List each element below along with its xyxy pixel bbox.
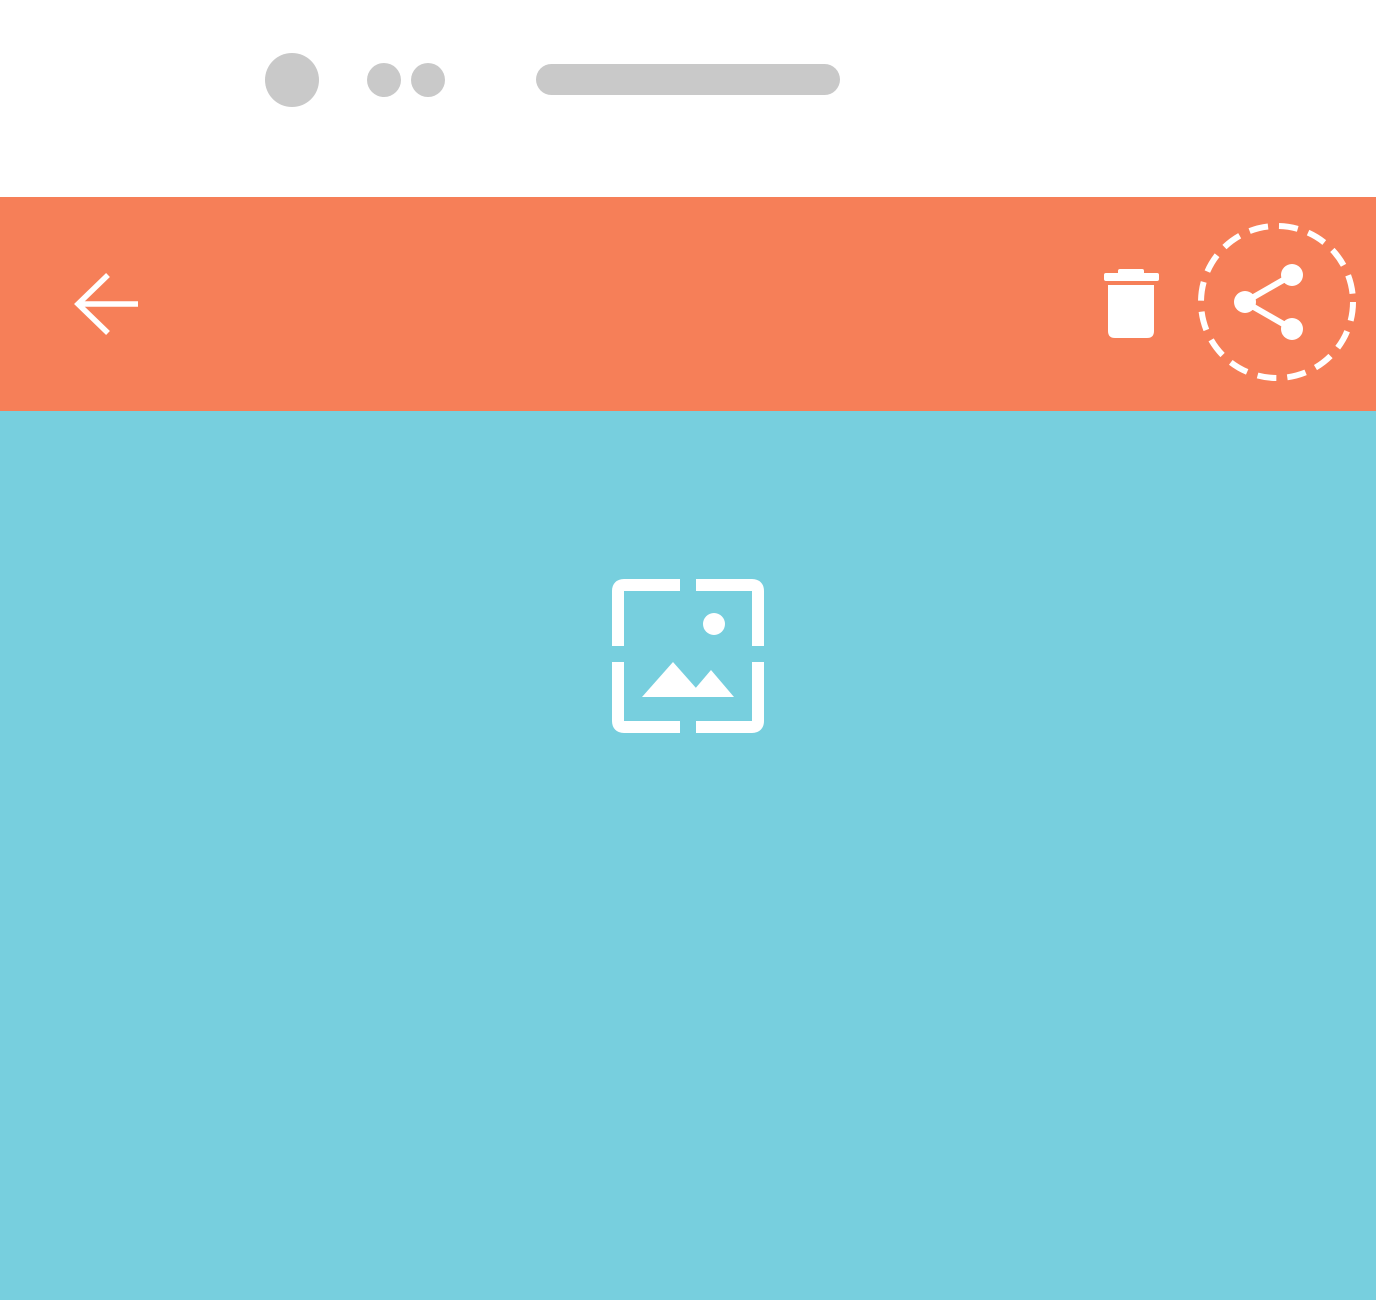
- speaker-grille: [536, 64, 840, 95]
- phone-screen: [0, 0, 1376, 1300]
- image-viewer[interactable]: [0, 411, 1376, 1300]
- share-icon: [1198, 223, 1356, 381]
- image-placeholder: [608, 576, 768, 736]
- status-bar: [0, 0, 1376, 197]
- share-button[interactable]: [1197, 222, 1357, 382]
- sensor-dot: [367, 63, 401, 97]
- sensor-dot: [411, 63, 445, 97]
- trash-icon: [1104, 269, 1159, 338]
- back-button[interactable]: [68, 265, 146, 343]
- image-placeholder-icon: [612, 579, 764, 733]
- app-bar: [0, 197, 1376, 411]
- highlight-ring: [1198, 223, 1356, 381]
- front-camera: [265, 53, 319, 107]
- arrow-left-icon: [74, 273, 138, 335]
- delete-button[interactable]: [1092, 261, 1170, 345]
